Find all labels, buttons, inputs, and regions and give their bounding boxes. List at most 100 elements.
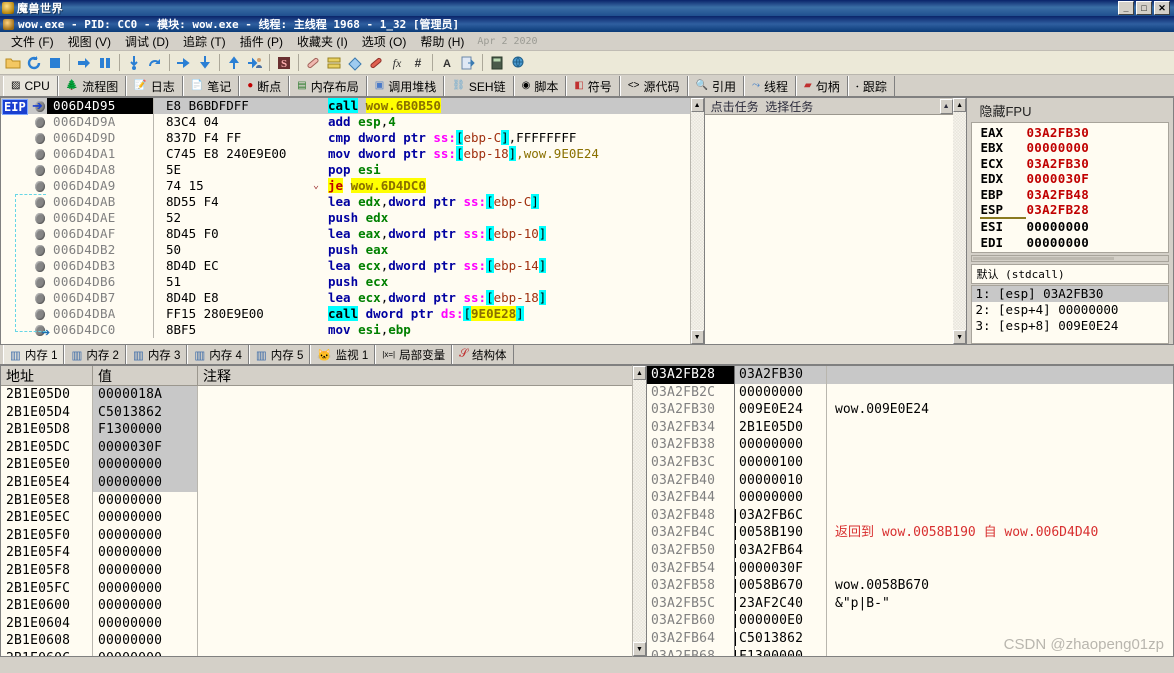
disassembly-row[interactable]: 006D4DB7 8D4D E8 lea ecx,dword ptr ss:[ebp… <box>1 290 704 306</box>
stack-panel[interactable]: 03A2FB28 03A2FB2C 03A2FB30 03A2FB34 03A2FB38… <box>646 365 1174 657</box>
hash-icon[interactable]: # <box>408 53 428 73</box>
stack-address-cell[interactable]: 03A2FB64 <box>647 630 734 648</box>
register-row-esp[interactable]: ESP 03A2FB28 <box>980 202 1168 220</box>
tab-memory-3[interactable]: ▥ 内存 3 <box>125 345 188 364</box>
stack-value-column[interactable]: 03A2FB30 00000000 009E0E24 2B1E05D0 00000000… <box>735 366 827 656</box>
disassembly-row[interactable]: 006D4DB2 50 push eax <box>1 242 704 258</box>
dump-value-cell[interactable]: 00000000 <box>93 509 197 527</box>
menu-item-favorites[interactable]: 收藏夹 (I) <box>290 31 355 52</box>
register-row-eax[interactable]: EAX 03A2FB30 <box>980 125 1168 140</box>
step-into-icon[interactable] <box>124 53 144 73</box>
stack-value-cell[interactable]: 009E0E24 <box>735 401 826 419</box>
comment-icon[interactable] <box>366 53 386 73</box>
breakpoint-toggle[interactable] <box>33 180 47 192</box>
stack-value-cell[interactable]: 0000030F <box>735 560 826 578</box>
dump-col-address-header[interactable]: 地址 <box>1 366 93 385</box>
dump-address-cell[interactable]: 2B1E05D8 <box>1 421 92 439</box>
dump-scroll-up-button[interactable]: ▲ <box>633 366 646 380</box>
step-over-arrow-icon[interactable] <box>195 53 215 73</box>
tab-memory-1[interactable]: ▥ 内存 1 <box>3 345 65 364</box>
breakpoint-dot-icon[interactable] <box>35 180 45 192</box>
stack-value-cell[interactable]: 03A2FB64 <box>735 542 826 560</box>
calling-convention-select[interactable]: 默认 (stdcall) <box>971 264 1169 285</box>
disassembly-row[interactable]: 006D4DC0 8BF5 mov esi,ebp <box>1 322 704 338</box>
dump-value-cell[interactable]: F1300000 <box>93 421 197 439</box>
breakpoint-toggle[interactable] <box>33 132 47 144</box>
stack-address-cell[interactable]: 03A2FB3C <box>647 454 734 472</box>
register-row-edx[interactable]: EDX 0000030F <box>980 171 1168 186</box>
tab-watch-1[interactable]: 🐱 监视 1 <box>310 345 376 364</box>
scroll-down-button[interactable]: ▼ <box>690 330 704 344</box>
tab-memory-map[interactable]: ▤ 内存布局 <box>289 76 367 96</box>
dump-value-column[interactable]: 0000018A C5013862 F1300000 0000030F 00000000… <box>93 386 198 656</box>
tab-locals[interactable]: |x=| 局部变量 <box>375 345 453 364</box>
run-to-user-icon[interactable] <box>245 53 265 73</box>
menu-item-view[interactable]: 视图 (V) <box>61 31 118 52</box>
breakpoint-dot-icon[interactable] <box>35 164 45 176</box>
dump-value-cell[interactable]: 0000030F <box>93 438 197 457</box>
breakpoint-dot-icon[interactable] <box>35 148 45 160</box>
log-icon[interactable] <box>324 53 344 73</box>
dump-value-cell[interactable]: 00000000 <box>93 527 197 545</box>
register-value[interactable]: 00000000 <box>1026 235 1089 250</box>
dump-value-cell[interactable]: 00000000 <box>93 492 197 510</box>
stack-note-cell[interactable]: 返回到 wow.0058B190 自 wow.006D4D40 <box>827 524 1173 542</box>
dump-address-cell[interactable]: 2B1E05E0 <box>1 456 92 474</box>
dump-note-cell[interactable] <box>198 509 632 527</box>
dump-value-cell[interactable]: 00000000 <box>93 562 197 580</box>
dump-note-cell[interactable] <box>198 562 632 580</box>
dump-note-cell[interactable] <box>198 580 632 598</box>
restart-icon[interactable] <box>24 53 44 73</box>
register-row-ecx[interactable]: ECX 03A2FB30 <box>980 156 1168 171</box>
stack-value-cell[interactable]: 00000000 <box>735 436 826 454</box>
dump-v-track[interactable] <box>633 380 646 642</box>
stack-address-cell[interactable]: 03A2FB54 <box>647 560 734 578</box>
dump-value-cell[interactable]: 00000000 <box>93 473 197 492</box>
dump-value-cell[interactable]: 00000000 <box>93 650 197 656</box>
stack-address-cell[interactable]: 03A2FB2C <box>647 384 734 402</box>
stack-address-cell[interactable]: 03A2FB68 <box>647 648 734 657</box>
patch-icon[interactable] <box>303 53 323 73</box>
stack-address-cell[interactable]: 03A2FB5C <box>647 595 734 613</box>
stack-note-cell[interactable] <box>827 436 1173 454</box>
export-icon[interactable] <box>458 53 478 73</box>
disassembly-row[interactable]: 006D4DB3 8D4D EC lea ecx,dword ptr ss:[ebp… <box>1 258 704 274</box>
dump-note-cell[interactable] <box>198 421 632 439</box>
argument-row[interactable]: 1: [esp] 03A2FB30 <box>972 286 1168 303</box>
dump-note-cell[interactable] <box>198 404 632 422</box>
stack-value-cell[interactable]: F1300000 <box>735 648 826 656</box>
reg-scroll-track[interactable] <box>952 112 967 330</box>
disassembly-row[interactable]: 006D4DA9 74 15 ⌄ je wow.6D4DC0 <box>1 178 704 194</box>
tab-log[interactable]: 📝 日志 <box>126 76 183 96</box>
stack-address-cell[interactable]: 03A2FB48 <box>647 507 734 525</box>
dump-address-cell[interactable]: 2B1E060C <box>1 650 92 656</box>
run-icon[interactable] <box>74 53 94 73</box>
task-panel-header[interactable]: 点击任务 选择任务 ▲ <box>704 98 953 115</box>
menu-item-options[interactable]: 选项 (O) <box>355 31 414 52</box>
argument-row[interactable]: 3: [esp+8] 009E0E24 <box>972 318 1168 334</box>
menu-item-file[interactable]: 文件 (F) <box>4 31 61 52</box>
task-scroll-up-button[interactable]: ▲ <box>939 98 953 114</box>
stack-note-cell[interactable] <box>827 560 1173 578</box>
stack-value-cell[interactable]: 23AF2C40 <box>735 595 826 613</box>
stack-note-cell[interactable]: &"p|B-" <box>827 595 1173 613</box>
stack-value-cell[interactable]: 00000010 <box>735 472 826 490</box>
tab-trace[interactable]: 𝆺 跟踪 <box>847 76 895 96</box>
stack-note-cell[interactable] <box>827 648 1173 657</box>
reg-scroll-down-button[interactable]: ▼ <box>952 330 967 344</box>
disassembly-scrollbar[interactable]: ▲ ▼ <box>689 98 704 344</box>
tab-struct[interactable]: 𝒮 结构体 <box>452 345 514 364</box>
dump-note-cell[interactable] <box>198 474 632 492</box>
register-value[interactable]: 03A2FB48 <box>1026 187 1089 202</box>
close-button[interactable]: ✕ <box>1154 1 1170 15</box>
register-list[interactable]: EAX 03A2FB30 EBX 00000000 ECX 03A2FB30 EDX 0000… <box>971 122 1169 254</box>
stack-value-cell[interactable]: 03A2FB6C <box>735 507 826 525</box>
dump-col-value-header[interactable]: 值 <box>93 366 198 385</box>
tab-notes[interactable]: 📄 笔记 <box>182 76 240 96</box>
dump-value-cell[interactable]: 00000000 <box>93 615 197 633</box>
stack-note-cell[interactable] <box>827 419 1173 437</box>
tab-call-stack[interactable]: ▣ 调用堆栈 <box>366 76 445 96</box>
dump-note-column[interactable] <box>198 386 632 656</box>
register-value[interactable]: 03A2FB30 <box>1026 125 1089 140</box>
stack-address-cell[interactable]: 03A2FB4C <box>647 524 734 542</box>
